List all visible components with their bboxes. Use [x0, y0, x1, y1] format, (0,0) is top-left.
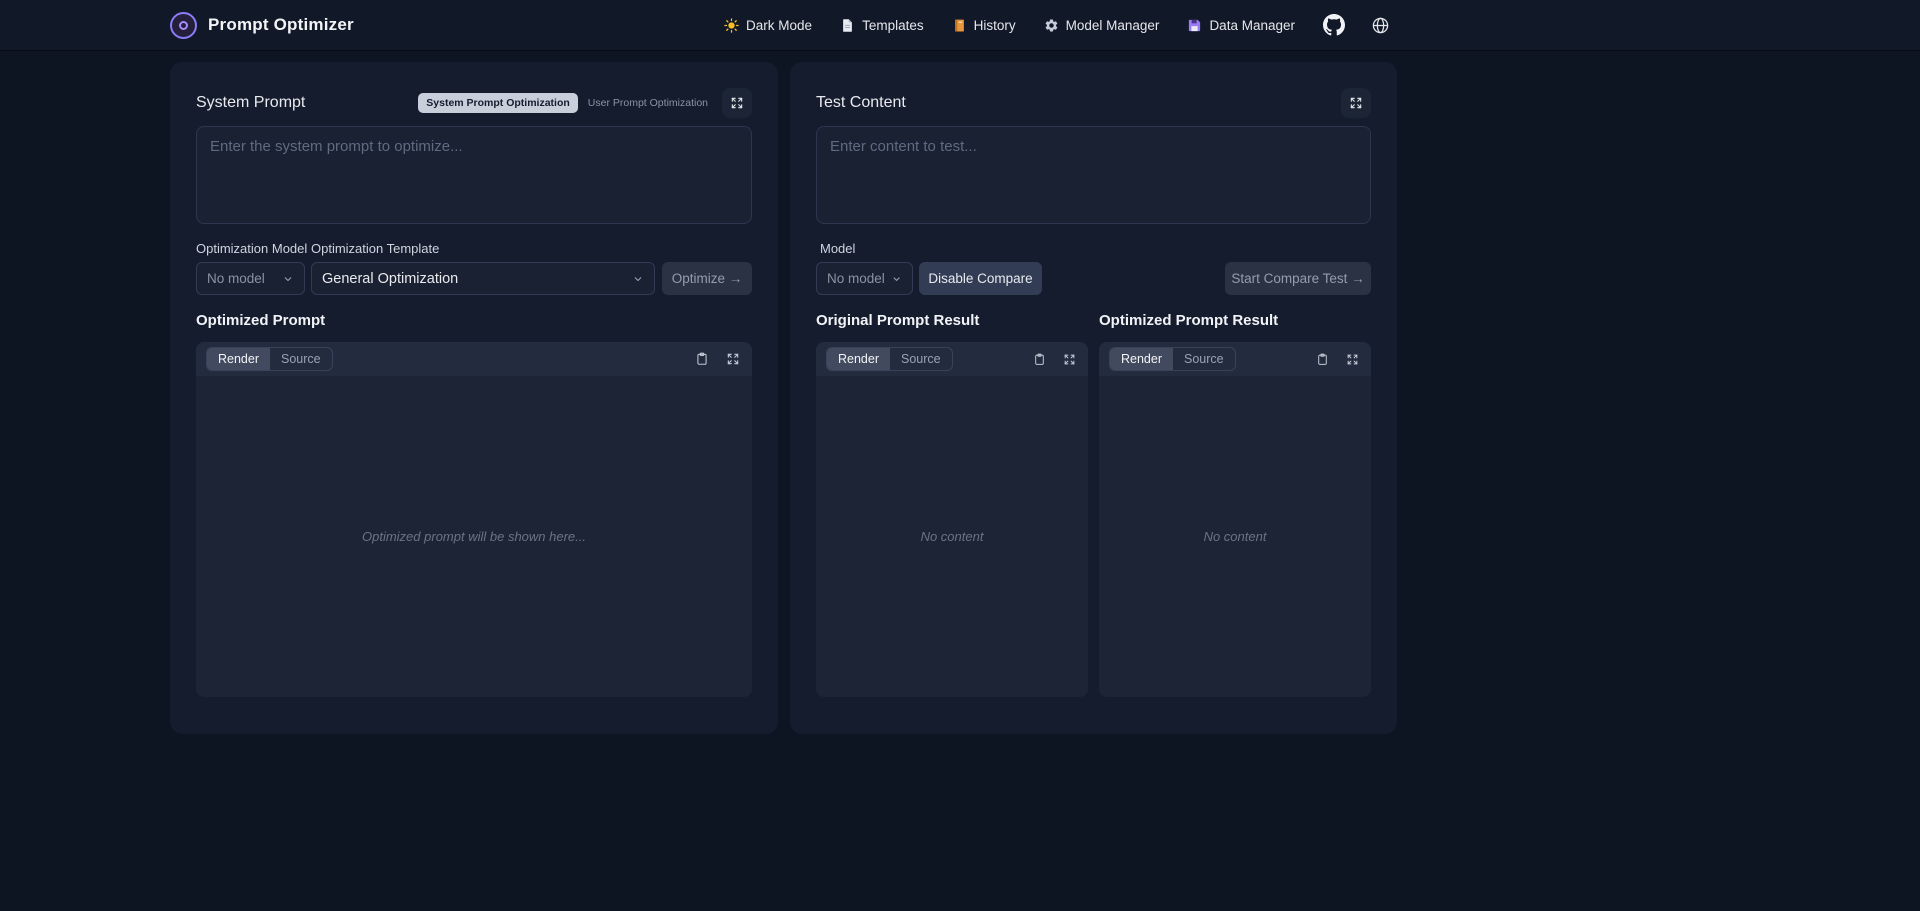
source-tab[interactable]: Source [1173, 348, 1235, 370]
header-nav: Dark Mode Templates Histo [724, 18, 1295, 33]
original-result-panel-header: Render Source [816, 342, 1088, 376]
optimized-prompt-empty-state: Optimized prompt will be shown here... [196, 376, 752, 697]
optimization-template-label: Optimization Template [311, 241, 439, 256]
system-prompt-title: System Prompt [196, 94, 305, 112]
copy-button[interactable] [695, 352, 709, 366]
expand-icon [1346, 353, 1359, 366]
optimized-result-heading: Optimized Prompt Result [1099, 312, 1371, 329]
optimized-result-column: Optimized Prompt Result Render Source [1099, 312, 1371, 697]
model-manager-label: Model Manager [1066, 18, 1160, 33]
disable-compare-button[interactable]: Disable Compare [919, 262, 1042, 295]
expand-icon [1063, 353, 1076, 366]
user-prompt-optimization-tab[interactable]: User Prompt Optimization [588, 97, 708, 109]
app-logo-icon [179, 21, 188, 30]
optimized-result-panel: Render Source [1099, 342, 1371, 697]
optimization-template-value: General Optimization [322, 271, 458, 287]
optimization-model-value: No model [207, 271, 265, 286]
render-tab[interactable]: Render [827, 348, 890, 370]
start-compare-test-button[interactable]: Start Compare Test → [1225, 262, 1371, 295]
original-result-empty-state: No content [816, 376, 1088, 697]
test-model-select[interactable]: No model [816, 262, 913, 295]
render-tab[interactable]: Render [207, 348, 270, 370]
history-label: History [974, 18, 1016, 33]
templates-label: Templates [862, 18, 924, 33]
github-link[interactable] [1323, 14, 1345, 36]
fullscreen-button[interactable] [1346, 353, 1359, 366]
render-source-tabs: Render Source [206, 347, 333, 371]
original-result-panel: Render Source [816, 342, 1088, 697]
floppy-disk-icon [1187, 18, 1202, 33]
system-prompt-card: System Prompt System Prompt Optimization… [170, 62, 778, 734]
app-logo [170, 12, 197, 39]
model-label: Model [816, 241, 1371, 256]
optimization-labels-row: Optimization Model Optimization Template [196, 241, 752, 256]
render-source-tabs: Render Source [826, 347, 953, 371]
app-title: Prompt Optimizer [208, 15, 354, 35]
optimize-button[interactable]: Optimize → [662, 262, 752, 295]
chevron-down-icon [282, 273, 294, 285]
test-content-input[interactable] [816, 126, 1371, 224]
render-source-tabs: Render Source [1109, 347, 1236, 371]
render-tab[interactable]: Render [1110, 348, 1173, 370]
chevron-down-icon [891, 273, 902, 285]
gear-icon [1044, 18, 1059, 33]
clipboard-icon [695, 352, 709, 366]
optimized-prompt-panel-header: Render Source [196, 342, 752, 376]
optimization-template-select[interactable]: General Optimization [311, 262, 655, 295]
source-tab[interactable]: Source [890, 348, 952, 370]
system-prompt-optimization-tab[interactable]: System Prompt Optimization [418, 93, 578, 113]
original-result-column: Original Prompt Result Render Source [816, 312, 1088, 697]
test-content-title: Test Content [816, 94, 906, 112]
fullscreen-button[interactable] [1063, 353, 1076, 366]
expand-system-prompt-button[interactable] [722, 88, 752, 118]
history-book-icon [952, 18, 967, 33]
language-button[interactable] [1371, 16, 1390, 35]
optimized-result-panel-header: Render Source [1099, 342, 1371, 376]
globe-icon [1371, 16, 1390, 35]
test-content-card: Test Content Model No model Disable Comp… [790, 62, 1397, 734]
history-button[interactable]: History [952, 18, 1016, 33]
optimization-model-select[interactable]: No model [196, 262, 305, 295]
expand-test-content-button[interactable] [1341, 88, 1371, 118]
dark-mode-toggle[interactable]: Dark Mode [724, 18, 812, 33]
data-manager-button[interactable]: Data Manager [1187, 18, 1295, 33]
sun-icon [724, 18, 739, 33]
optimization-mode-toggle: System Prompt Optimization User Prompt O… [418, 93, 708, 113]
model-manager-button[interactable]: Model Manager [1044, 18, 1160, 33]
expand-icon [726, 352, 740, 366]
source-tab[interactable]: Source [270, 348, 332, 370]
system-prompt-input[interactable] [196, 126, 752, 224]
clipboard-icon [1316, 353, 1329, 366]
optimized-result-empty-state: No content [1099, 376, 1371, 697]
app-header: Prompt Optimizer Dark Mode [0, 0, 1920, 50]
data-manager-label: Data Manager [1209, 18, 1295, 33]
chevron-down-icon [632, 273, 644, 285]
clipboard-icon [1033, 353, 1046, 366]
document-icon [840, 18, 855, 33]
optimized-prompt-panel: Render Source Optimized prompt will be s… [196, 342, 752, 697]
test-model-value: No model [827, 271, 885, 286]
dark-mode-label: Dark Mode [746, 18, 812, 33]
fullscreen-button[interactable] [726, 352, 740, 366]
templates-button[interactable]: Templates [840, 18, 924, 33]
original-result-heading: Original Prompt Result [816, 312, 1088, 329]
expand-icon [1349, 96, 1363, 110]
expand-icon [730, 96, 744, 110]
copy-button[interactable] [1033, 353, 1046, 366]
copy-button[interactable] [1316, 353, 1329, 366]
github-icon [1323, 14, 1345, 36]
optimized-prompt-heading: Optimized Prompt [196, 312, 752, 329]
optimization-model-label: Optimization Model [196, 241, 311, 256]
